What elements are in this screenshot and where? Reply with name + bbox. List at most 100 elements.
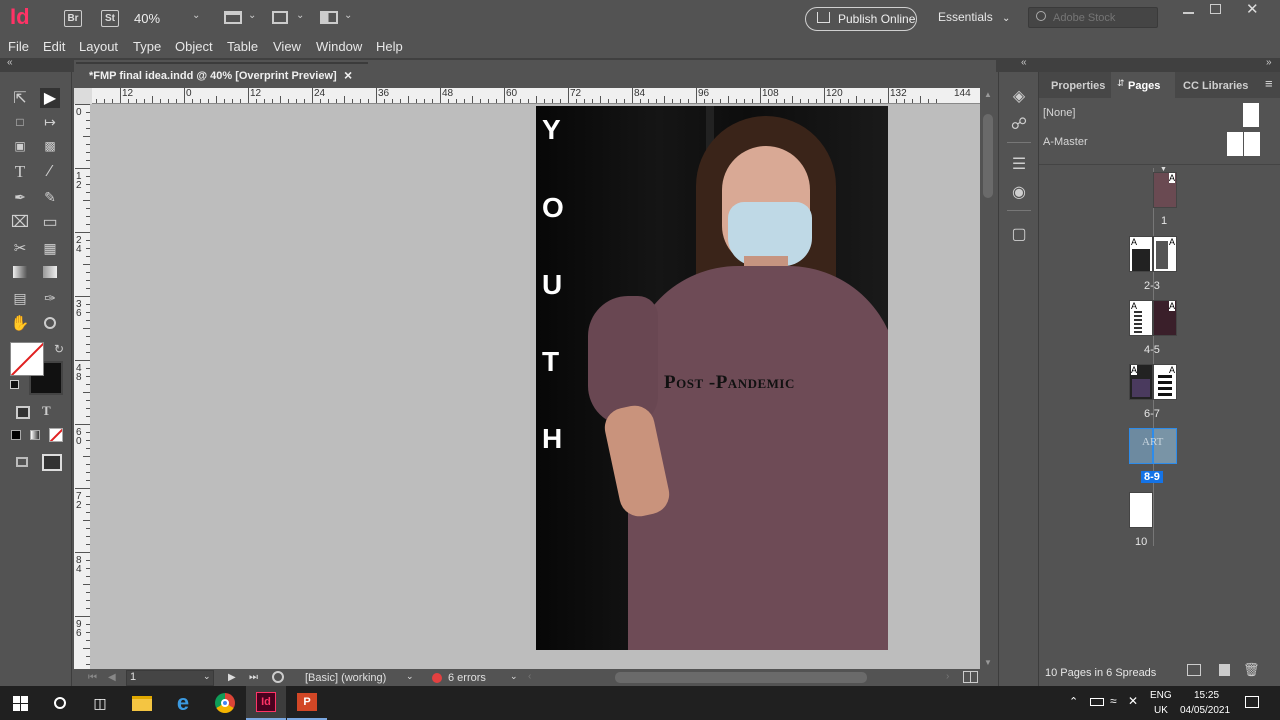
master-a[interactable]: A-Master xyxy=(1043,136,1088,148)
type-tool-icon[interactable]: T xyxy=(10,162,30,182)
adobe-stock-search[interactable] xyxy=(1028,7,1158,28)
previous-page-icon[interactable]: ◀ xyxy=(108,672,116,683)
tab-pages[interactable]: Pages xyxy=(1128,80,1160,92)
tab-properties[interactable]: Properties xyxy=(1051,80,1105,92)
indesign-taskbar-icon[interactable]: Id xyxy=(246,686,286,720)
stroke-panel-icon[interactable]: ☰ xyxy=(1009,154,1029,174)
page-tool-icon[interactable]: □ xyxy=(10,112,30,132)
powerpoint-taskbar-icon[interactable]: P xyxy=(287,686,327,720)
apply-none-icon[interactable] xyxy=(49,428,63,442)
windows-start-icon[interactable] xyxy=(0,686,40,720)
close-document-icon[interactable]: × xyxy=(344,67,352,83)
master-none[interactable]: [None] xyxy=(1043,107,1075,119)
notifications-icon[interactable] xyxy=(1245,696,1259,708)
page-label-1[interactable]: 1 xyxy=(1161,215,1167,227)
delete-page-icon[interactable]: 🗑 xyxy=(1243,662,1260,678)
document-page[interactable]: Y O U T H Post -Pandemic xyxy=(536,106,888,650)
pencil-tool-icon[interactable]: ✎ xyxy=(40,187,60,207)
stock-button[interactable]: St xyxy=(101,10,119,27)
file-explorer-icon[interactable] xyxy=(122,686,162,720)
publish-online-button[interactable]: Publish Online xyxy=(805,7,917,31)
new-page-icon[interactable] xyxy=(1219,664,1230,676)
adobe-stock-input[interactable] xyxy=(1053,10,1153,25)
panel-menu-icon[interactable]: ≡ xyxy=(1265,76,1273,91)
page-thumb-3[interactable]: A xyxy=(1153,236,1177,272)
screen-mode-normal-icon[interactable] xyxy=(16,457,28,467)
hscroll-right-icon[interactable]: › xyxy=(946,671,949,682)
show-hidden-icons-icon[interactable]: ⌃ xyxy=(1069,695,1078,708)
view-options-chevron-icon[interactable]: ⌄ xyxy=(248,10,256,21)
page-thumb-4[interactable]: A xyxy=(1129,300,1153,336)
menu-layout[interactable]: Layout xyxy=(79,39,118,54)
youth-letter-h[interactable]: H xyxy=(542,423,562,455)
rectangle-tool-icon[interactable]: ▭ xyxy=(40,212,60,232)
menu-table[interactable]: Table xyxy=(227,39,258,54)
menu-window[interactable]: Window xyxy=(316,39,362,54)
apply-gradient-icon[interactable] xyxy=(30,430,40,440)
page-thumb-10[interactable] xyxy=(1129,492,1153,528)
formatting-text-icon[interactable]: T xyxy=(42,403,51,419)
workspace-switcher[interactable]: Essentials ⌄ xyxy=(938,10,1010,24)
open-document-icon[interactable] xyxy=(272,671,284,683)
layers-icon[interactable]: ◈ xyxy=(1009,86,1029,106)
page-thumb-2[interactable]: A xyxy=(1129,236,1153,272)
ruler-origin[interactable] xyxy=(74,88,92,104)
eyedropper-tool-icon[interactable]: ✑ xyxy=(40,288,60,308)
preflight-profile-chevron-icon[interactable]: ⌄ xyxy=(406,671,414,682)
swatches-icon[interactable]: ◉ xyxy=(1009,182,1029,202)
swap-fill-stroke-icon[interactable]: ↻ xyxy=(54,342,64,356)
screen-mode-icon[interactable] xyxy=(272,11,288,24)
page-label-4-5[interactable]: 4-5 xyxy=(1144,344,1160,356)
preflight-errors-chevron-icon[interactable]: ⌄ xyxy=(510,671,518,682)
menu-file[interactable]: File xyxy=(8,39,29,54)
zoom-dropdown-icon[interactable]: ⌄ xyxy=(192,10,200,21)
post-pandemic-headline[interactable]: Post -Pandemic xyxy=(664,372,795,394)
wifi-icon[interactable]: ≈ xyxy=(1110,694,1117,708)
last-page-icon[interactable]: ⏭ xyxy=(249,672,258,683)
youth-letter-t[interactable]: T xyxy=(542,346,559,378)
restore-icon[interactable] xyxy=(1210,4,1221,14)
hscroll-left-icon[interactable]: ‹ xyxy=(528,671,531,682)
horizontal-scroll-thumb[interactable] xyxy=(615,672,867,683)
volume-icon[interactable]: ✕ xyxy=(1128,694,1138,708)
menu-object[interactable]: Object xyxy=(175,39,213,54)
scroll-down-icon[interactable]: ▼ xyxy=(984,658,992,667)
battery-icon[interactable] xyxy=(1090,698,1104,706)
page-label-2-3[interactable]: 2-3 xyxy=(1144,280,1160,292)
youth-letter-y[interactable]: Y xyxy=(542,114,561,146)
gradient-swatch-tool-icon[interactable] xyxy=(10,262,30,282)
page-thumb-6[interactable]: A xyxy=(1129,364,1153,400)
apply-color-icon[interactable] xyxy=(11,430,21,440)
minimize-icon[interactable] xyxy=(1183,12,1194,14)
task-view-icon[interactable]: ◫ xyxy=(80,686,120,720)
fill-swatch-none[interactable] xyxy=(10,342,44,376)
page-thumb-1[interactable]: A xyxy=(1153,172,1177,208)
youth-letter-o[interactable]: O xyxy=(542,192,564,224)
master-a-thumb-right[interactable] xyxy=(1244,132,1260,156)
page-thumb-5[interactable]: A xyxy=(1153,300,1177,336)
collapse-toolbox-icon[interactable]: « xyxy=(7,57,13,68)
split-window-icon[interactable] xyxy=(963,671,978,683)
pen-tool-icon[interactable]: ✒ xyxy=(10,187,30,207)
view-options-icon[interactable] xyxy=(224,11,242,24)
bridge-button[interactable]: Br xyxy=(64,10,82,27)
horizontal-ruler[interactable]: 12 0 12 24 36 48 60 72 84 96 108 120 132 144 xyxy=(92,88,980,104)
preflight-errors[interactable]: 6 errors xyxy=(448,672,486,684)
arrange-documents-icon[interactable] xyxy=(320,11,338,24)
scissors-tool-icon[interactable]: ✂ xyxy=(10,238,30,258)
next-page-icon[interactable]: ▶ xyxy=(228,672,236,683)
menu-view[interactable]: View xyxy=(273,39,301,54)
menu-type[interactable]: Type xyxy=(133,39,161,54)
page-label-6-7[interactable]: 6-7 xyxy=(1144,408,1160,420)
gradient-feather-tool-icon[interactable] xyxy=(40,262,60,282)
menu-edit[interactable]: Edit xyxy=(43,39,65,54)
rectangle-frame-tool-icon[interactable]: ⌧ xyxy=(10,212,30,232)
zoom-level[interactable]: 40% xyxy=(134,11,160,26)
page-label-8-9-selected[interactable]: 8-9 xyxy=(1141,471,1163,483)
formatting-container-icon[interactable] xyxy=(16,406,30,419)
arrange-chevron-icon[interactable]: ⌄ xyxy=(344,10,352,21)
expand-panels-icon[interactable]: » xyxy=(1266,57,1272,68)
screen-mode-preview-icon[interactable] xyxy=(42,454,62,471)
menu-help[interactable]: Help xyxy=(376,39,403,54)
master-a-thumb-left[interactable] xyxy=(1227,132,1243,156)
